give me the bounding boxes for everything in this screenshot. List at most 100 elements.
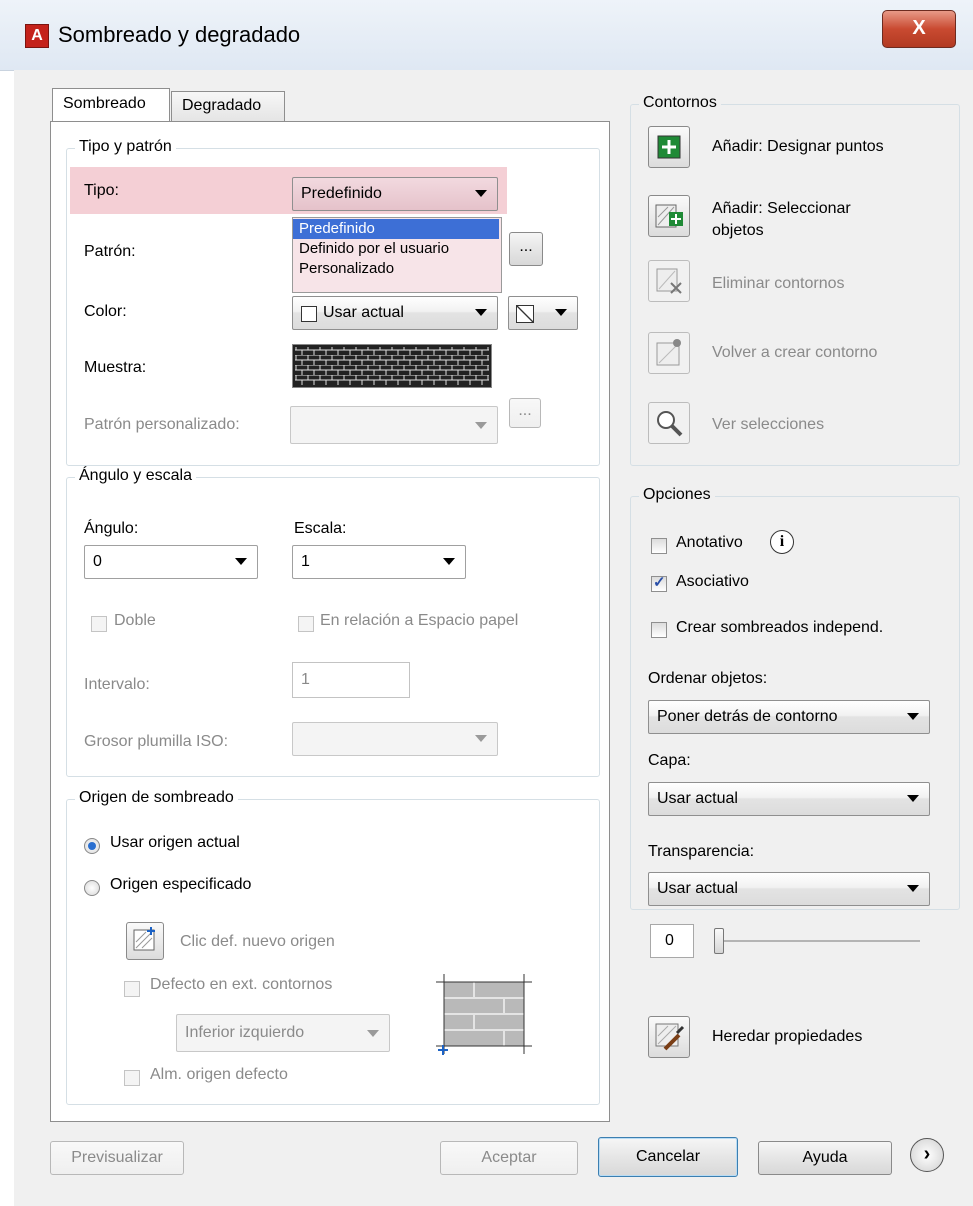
group-title-angulo-escala: Ángulo y escala xyxy=(75,467,196,485)
select-objects-icon xyxy=(655,204,683,228)
designar-puntos-label: Añadir: Designar puntos xyxy=(712,138,884,155)
patron-personalizado-browse-button[interactable]: ... xyxy=(509,398,541,428)
remove-boundaries-icon xyxy=(656,268,682,294)
magnifier-icon xyxy=(657,411,683,437)
sombreados-independ-checkbox[interactable] xyxy=(651,622,667,638)
transparencia-slider-track[interactable] xyxy=(714,940,920,942)
eliminar-contornos-button[interactable] xyxy=(648,260,690,302)
tipo-label: Tipo: xyxy=(84,182,119,199)
origen-especificado-label: Origen especificado xyxy=(110,876,252,893)
tab-degradado[interactable]: Degradado xyxy=(171,91,285,122)
tab-sombreado[interactable]: Sombreado xyxy=(52,88,170,122)
usar-origen-actual-radio[interactable] xyxy=(84,838,100,854)
volver-crear-contorno-label: Volver a crear contorno xyxy=(712,344,878,361)
heredar-propiedades-label: Heredar propiedades xyxy=(712,1028,863,1045)
no-fill-swatch-icon xyxy=(516,305,534,323)
chevron-down-icon xyxy=(555,309,567,316)
color-select[interactable]: Usar actual xyxy=(292,296,498,330)
anotativo-checkbox[interactable] xyxy=(651,538,667,554)
patron-personalizado-select[interactable] xyxy=(290,406,498,444)
chevron-down-icon xyxy=(235,558,247,565)
angulo-label: Ángulo: xyxy=(84,520,139,537)
cancelar-button[interactable]: Cancelar xyxy=(598,1137,738,1177)
chevron-down-icon xyxy=(475,735,487,742)
clic-nuevo-origen-button[interactable] xyxy=(126,922,164,960)
tipo-select[interactable]: Predefinido xyxy=(292,177,498,211)
ordenar-objetos-select[interactable]: Poner detrás de contorno xyxy=(648,700,930,734)
chevron-down-icon xyxy=(475,422,487,429)
tab-sombreado-label: Sombreado xyxy=(63,95,146,112)
intervalo-field[interactable]: 1 xyxy=(292,662,410,698)
anotativo-label: Anotativo xyxy=(676,534,743,551)
dropdown-option-definido-usuario[interactable]: Definido por el usuario xyxy=(293,239,499,259)
dropdown-option-predefinido[interactable]: Predefinido xyxy=(293,219,499,239)
close-button[interactable]: X xyxy=(882,10,956,48)
transparencia-value: Usar actual xyxy=(657,880,738,897)
pick-points-icon xyxy=(657,135,681,159)
dropdown-option-personalizado[interactable]: Personalizado xyxy=(293,259,499,279)
muestra-label: Muestra: xyxy=(84,359,147,376)
title-bar: A Sombreado y degradado X xyxy=(0,0,973,71)
transparencia-number-field[interactable]: 0 xyxy=(650,924,694,958)
ordenar-objetos-value: Poner detrás de contorno xyxy=(657,708,838,725)
background-color-select[interactable] xyxy=(508,296,578,330)
angulo-select[interactable]: 0 xyxy=(84,545,258,579)
doble-label: Doble xyxy=(114,612,156,629)
seleccionar-objetos-label: Añadir: Seleccionar objetos xyxy=(712,200,851,239)
origen-especificado-radio[interactable] xyxy=(84,880,100,896)
tipo-select-value: Predefinido xyxy=(301,185,382,202)
patron-personalizado-label: Patrón personalizado: xyxy=(84,416,240,433)
posicion-origen-value: Inferior izquierdo xyxy=(185,1024,305,1041)
asociativo-checkbox[interactable] xyxy=(651,573,667,592)
escala-select[interactable]: 1 xyxy=(292,545,466,579)
more-options-chevron-icon[interactable]: › xyxy=(910,1138,944,1172)
tab-degradado-label: Degradado xyxy=(182,97,262,114)
group-title-contornos: Contornos xyxy=(639,94,721,112)
previsualizar-button[interactable]: Previsualizar xyxy=(50,1141,184,1175)
doble-checkbox[interactable] xyxy=(91,616,107,632)
recreate-boundary-icon xyxy=(656,339,681,366)
color-select-value: Usar actual xyxy=(323,304,404,321)
usar-origen-actual-label: Usar origen actual xyxy=(110,834,240,851)
transparencia-slider-thumb[interactable] xyxy=(714,928,724,954)
volver-crear-contorno-button[interactable] xyxy=(648,332,690,374)
chevron-down-icon xyxy=(907,713,919,720)
posicion-origen-select[interactable]: Inferior izquierdo xyxy=(176,1014,390,1052)
group-title-tipo-patron: Tipo y patrón xyxy=(75,138,176,156)
alm-origen-defecto-checkbox[interactable] xyxy=(124,1070,140,1086)
aceptar-button[interactable]: Aceptar xyxy=(440,1141,578,1175)
heredar-propiedades-button[interactable] xyxy=(648,1016,690,1058)
ordenar-objetos-label: Ordenar objetos: xyxy=(648,670,768,687)
chevron-down-icon xyxy=(475,190,487,197)
angulo-value: 0 xyxy=(93,553,102,570)
ver-selecciones-label: Ver selecciones xyxy=(712,416,825,433)
eliminar-contornos-label: Eliminar contornos xyxy=(712,275,845,292)
seleccionar-objetos-button[interactable] xyxy=(648,195,690,237)
window-title: Sombreado y degradado xyxy=(58,22,301,47)
relacion-espacio-papel-label: En relación a Espacio papel xyxy=(320,612,519,629)
tipo-dropdown-list: Predefinido Definido por el usuario Pers… xyxy=(292,217,502,293)
chevron-down-icon xyxy=(443,558,455,565)
grosor-plumilla-select[interactable] xyxy=(292,722,498,756)
chevron-down-icon xyxy=(367,1030,379,1037)
color-label: Color: xyxy=(84,303,127,320)
color-swatch-icon xyxy=(301,306,317,322)
designar-puntos-button[interactable] xyxy=(648,126,690,168)
escala-value: 1 xyxy=(301,553,310,570)
capa-label: Capa: xyxy=(648,752,691,769)
ver-selecciones-button[interactable] xyxy=(648,402,690,444)
group-title-origen: Origen de sombreado xyxy=(75,789,238,807)
match-properties-brush-icon xyxy=(655,1023,685,1051)
hatch-sample-preview[interactable] xyxy=(292,344,492,388)
defecto-ext-contornos-checkbox[interactable] xyxy=(124,981,140,997)
capa-select[interactable]: Usar actual xyxy=(648,782,930,816)
capa-value: Usar actual xyxy=(657,790,738,807)
info-icon[interactable]: i xyxy=(770,530,794,554)
patron-browse-button[interactable]: ... xyxy=(509,232,543,266)
transparencia-select[interactable]: Usar actual xyxy=(648,872,930,906)
autocad-app-icon: A xyxy=(25,24,49,48)
alm-origen-defecto-label: Alm. origen defecto xyxy=(150,1066,288,1083)
relacion-espacio-papel-checkbox[interactable] xyxy=(298,616,314,632)
intervalo-label: Intervalo: xyxy=(84,676,150,693)
ayuda-button[interactable]: Ayuda xyxy=(758,1141,892,1175)
